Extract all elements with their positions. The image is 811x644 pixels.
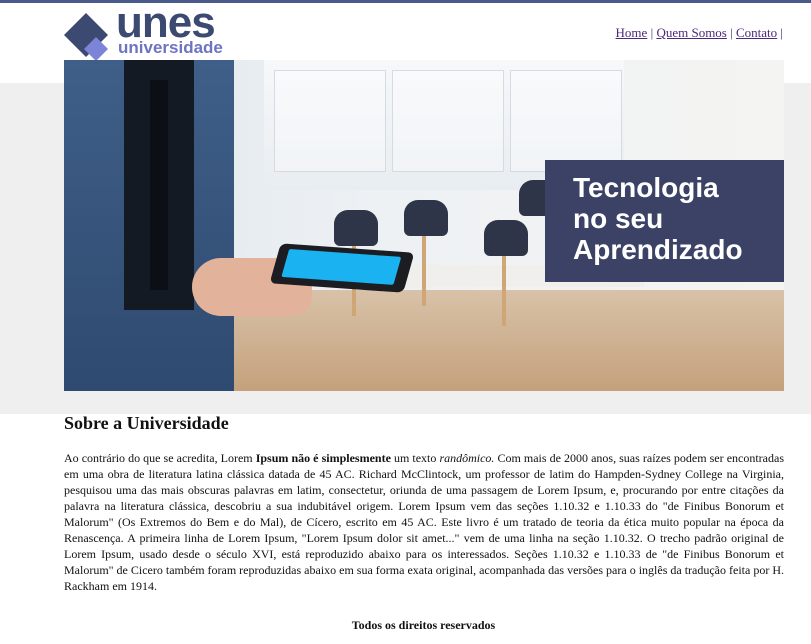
chair-leg (502, 256, 506, 326)
section-title: Sobre a Universidade (64, 413, 229, 433)
nav-link-quem-somos[interactable]: Quem Somos (656, 25, 726, 40)
unes-logo[interactable]: unes universidade (64, 1, 244, 61)
footer-text: Todos os direitos reservados (351, 618, 496, 632)
paragraph-text: Ao contrário do que se acredita, Lorem (64, 451, 256, 465)
window-pane (510, 70, 622, 172)
paragraph-bold: Ipsum não é simplesmente (255, 451, 391, 465)
nav-separator: | (780, 25, 783, 40)
logo-diamond-icon (64, 13, 108, 61)
main-nav: Home | Quem Somos | Contato | (616, 25, 783, 41)
about-paragraph: Ao contrário do que se acredita, Lorem I… (64, 450, 784, 594)
window-pane (392, 70, 504, 172)
window-pane (274, 70, 386, 172)
paragraph-text: um texto (390, 451, 440, 465)
paragraph-text: Com mais de 2000 anos, suas raízes podem… (64, 451, 784, 593)
caption-line: Tecnologia (573, 172, 719, 203)
logo-subtitle: universidade (118, 38, 223, 57)
banner-chair (334, 210, 378, 246)
tablet-screen (281, 248, 402, 285)
nav-separator: | (650, 25, 654, 40)
caption-line: no seu (573, 203, 664, 234)
nav-link-contato[interactable]: Contato (736, 25, 777, 40)
hero-banner: Tecnologia no seu Aprendizado (64, 60, 784, 391)
banner-chair (484, 220, 528, 256)
paragraph-italic: randômico. (439, 451, 495, 465)
banner-caption-text: Tecnologia no seu Aprendizado (573, 172, 743, 265)
banner-person-tie (150, 80, 168, 290)
nav-link-home[interactable]: Home (616, 25, 648, 40)
caption-line: Aprendizado (573, 234, 743, 265)
nav-separator: | (730, 25, 733, 40)
banner-chair (404, 200, 448, 236)
chair-leg (422, 236, 426, 306)
banner-caption: Tecnologia no seu Aprendizado (545, 160, 784, 282)
